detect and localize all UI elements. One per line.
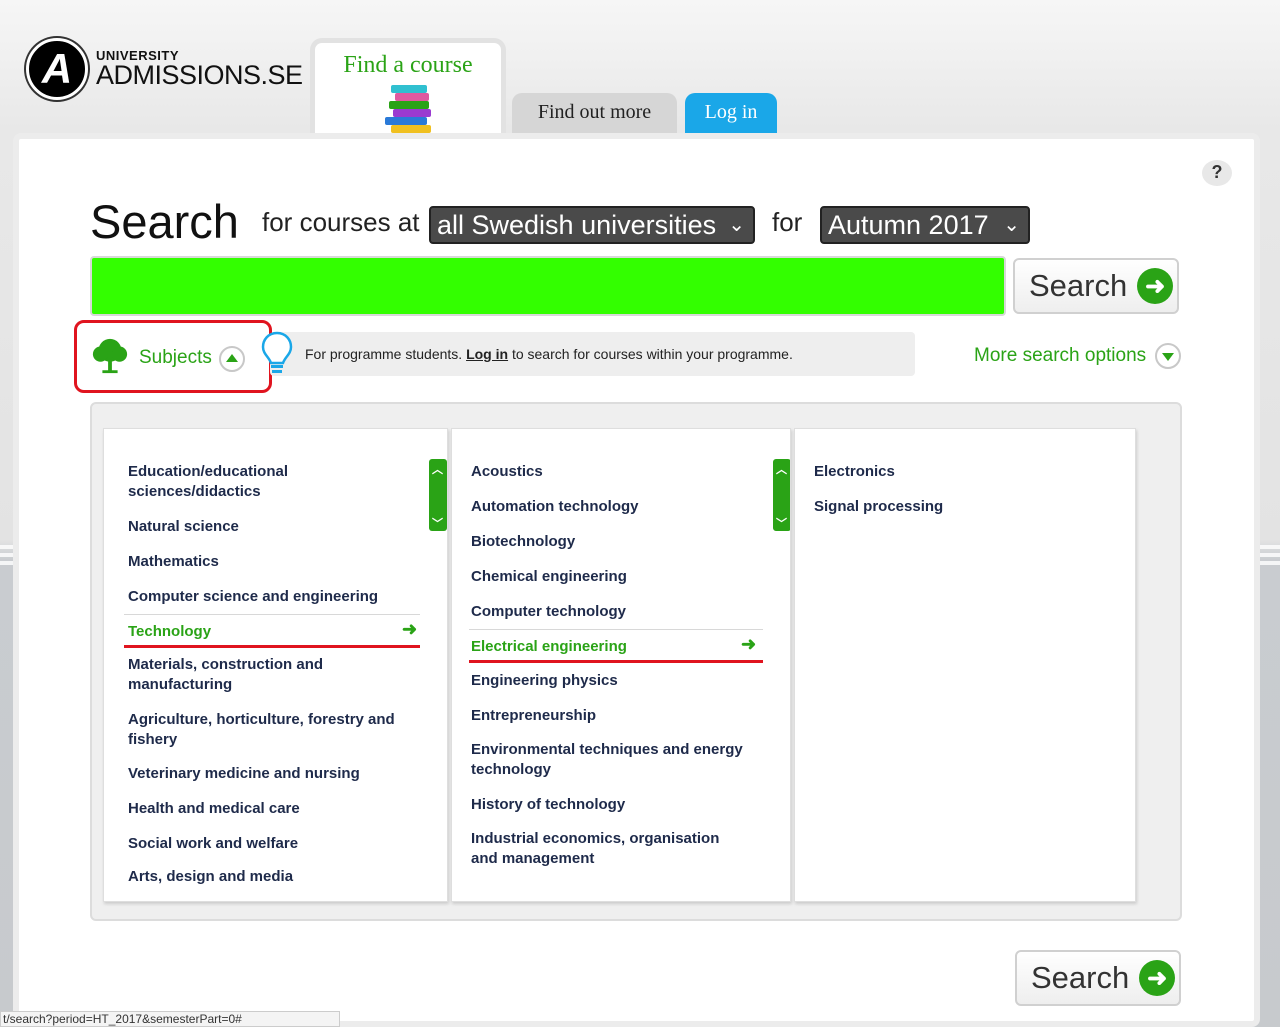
subject-item[interactable]: Signal processing (814, 497, 1114, 517)
period-select[interactable]: Autumn 2017 ⌄ (820, 206, 1030, 244)
login-link[interactable]: Log in (466, 346, 508, 362)
subject-column-3: Electronics Signal processing (794, 428, 1136, 902)
subject-item[interactable]: Electrical engineering (471, 637, 749, 657)
chevron-down-icon: ⌄ (1003, 214, 1020, 236)
tab-find-label: Find a course (343, 52, 473, 78)
scrollbar-column-2[interactable]: ︿ ﹀ (773, 459, 790, 531)
subject-item[interactable]: Biotechnology (471, 532, 749, 552)
subject-column-1: Education/educational sciences/didactics… (103, 428, 448, 902)
search-input[interactable] (90, 256, 1006, 316)
chevron-down-icon: ⌄ (728, 214, 745, 236)
subject-column-2: Acoustics Automation technology Biotechnol… (451, 428, 791, 902)
subjects-label: Subjects (139, 347, 212, 368)
subjects-toggle[interactable]: Subjects (74, 320, 272, 393)
search-button-bottom[interactable]: Search ➜ (1015, 950, 1181, 1006)
active-item-separator (124, 614, 420, 615)
for-courses-label: for courses at (262, 207, 420, 237)
active-item-separator (469, 629, 763, 630)
help-icon[interactable]: ? (1202, 160, 1232, 186)
subject-item[interactable]: Chemical engineering (471, 567, 749, 587)
logo-big-text: ADMISSIONS.SE (96, 60, 303, 90)
subject-item[interactable]: Health and medical care (128, 799, 410, 819)
subject-item[interactable]: Education/educational sciences/didactics (128, 462, 410, 502)
subject-item[interactable]: Computer technology (471, 602, 749, 622)
for-label: for (772, 207, 803, 237)
scrollbar-column-1[interactable]: ︿ ﹀ (429, 459, 447, 531)
subject-item[interactable]: History of technology (471, 795, 749, 815)
subject-item[interactable]: Social work and welfare (128, 834, 410, 854)
subject-item[interactable]: Electronics (814, 462, 1114, 482)
subject-item[interactable]: Arts, design and media (128, 867, 410, 887)
arrow-right-icon: ➜ (1139, 960, 1176, 996)
tree-icon (92, 338, 128, 374)
programme-info-box: For programme students. Log in to search… (261, 331, 915, 376)
more-search-options-link[interactable]: More search options (974, 345, 1146, 367)
status-bar-url: t/search?period=HT_2017&semesterPart=0# (0, 1011, 340, 1027)
lightbulb-icon (261, 331, 293, 373)
selected-underline (124, 645, 420, 648)
logo-badge: A (26, 38, 88, 100)
university-select[interactable]: all Swedish universities ⌄ (429, 206, 755, 244)
subject-item[interactable]: Environmental techniques and energy tech… (471, 740, 749, 780)
collapse-up-icon[interactable] (219, 346, 245, 372)
subject-item[interactable]: Veterinary medicine and nursing (128, 764, 410, 784)
subject-item[interactable]: Industrial economics, organisation and m… (471, 829, 749, 869)
page-title: Search (90, 195, 239, 248)
subject-item[interactable]: Engineering physics (471, 671, 749, 691)
subject-item[interactable]: Materials, construction and manufacturin… (128, 655, 410, 695)
arrow-right-icon: ➜ (402, 619, 418, 639)
info-text: For programme students. Log in to search… (305, 346, 793, 362)
subject-item[interactable]: Mathematics (128, 552, 410, 572)
site-logo[interactable]: A UNIVERSITY ADMISSIONS.SE (26, 38, 303, 100)
selected-underline (469, 660, 763, 663)
search-button-top[interactable]: Search ➜ (1013, 258, 1179, 314)
subject-item[interactable]: Entrepreneurship (471, 706, 749, 726)
subject-item[interactable]: Computer science and engineering (128, 587, 410, 607)
subject-item[interactable]: Automation technology (471, 497, 749, 517)
expand-down-icon[interactable] (1155, 343, 1181, 369)
arrow-right-icon: ➜ (741, 634, 757, 654)
subject-item[interactable]: Agriculture, horticulture, forestry and … (128, 710, 410, 750)
subject-item[interactable]: Technology (128, 622, 410, 642)
subject-item[interactable]: Acoustics (471, 462, 749, 482)
arrow-right-icon: ➜ (1137, 268, 1174, 304)
tab-find-a-course[interactable]: Find a course (310, 38, 506, 142)
subject-item[interactable]: Natural science (128, 517, 410, 537)
